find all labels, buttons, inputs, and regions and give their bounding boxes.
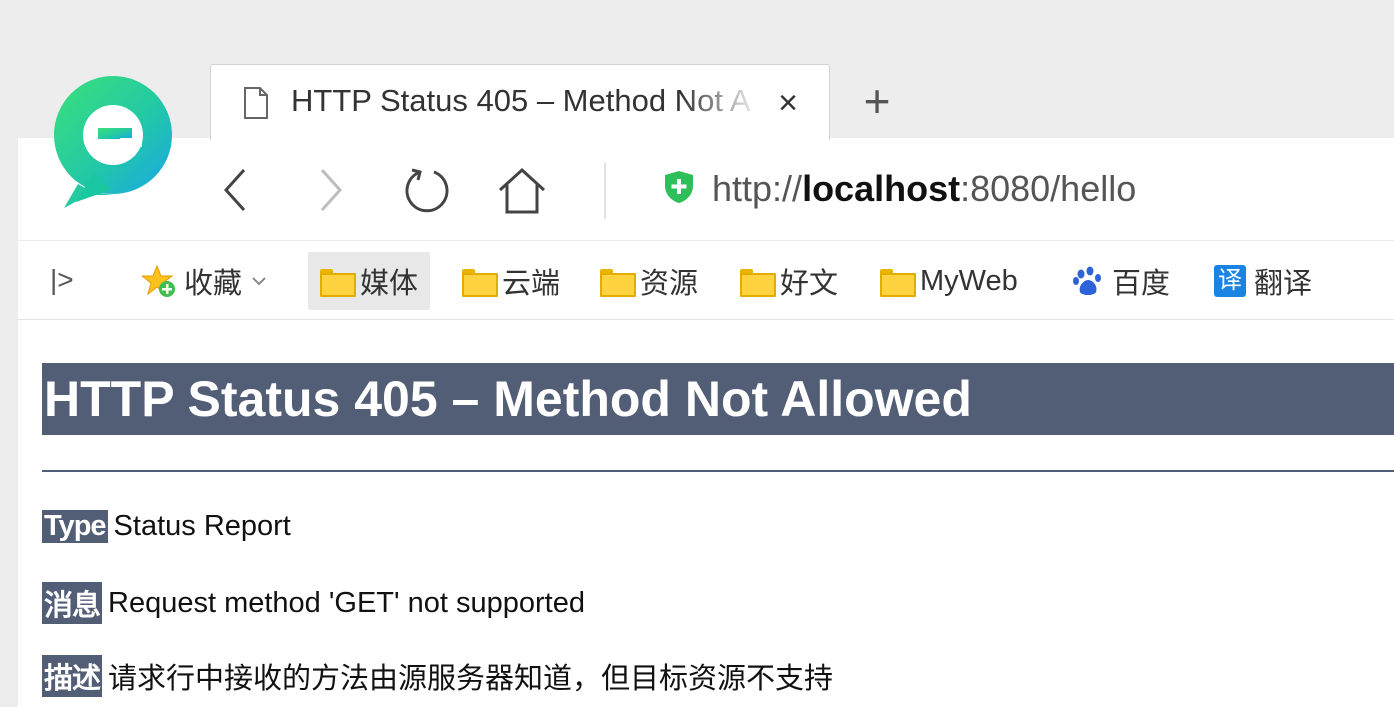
detail-value: 请求行中接收的方法由源服务器知道，但目标资源不支持 [108, 663, 834, 695]
bookmark-translate[interactable]: 译 翻译 [1214, 252, 1312, 310]
detail-row-description: 描述 请求行中接收的方法由源服务器知道，但目标资源不支持 [42, 655, 833, 697]
bookmark-baidu[interactable]: 百度 [1072, 252, 1170, 310]
heading-divider [42, 470, 1394, 472]
bookmark-folder-resources[interactable]: 资源 [600, 252, 698, 310]
page-title: HTTP Status 405 – Method Not Allowed [42, 363, 1394, 435]
address-bar-url[interactable]: http://localhost:8080/hello [712, 168, 1136, 210]
bookmark-folder-label: MyWeb [920, 264, 1018, 297]
tab-title-fade [681, 79, 761, 125]
folder-icon [462, 269, 498, 297]
url-host: localhost [802, 168, 961, 209]
bookmark-folder-label: 资源 [640, 268, 699, 300]
forward-button[interactable] [302, 162, 358, 218]
nav-separator [604, 163, 606, 219]
tab-active[interactable]: HTTP Status 405 – Method Not Allowed [210, 64, 830, 140]
browser-logo-icon [54, 76, 172, 208]
bookmark-favorites-label: 收藏 [184, 268, 243, 300]
detail-row-type: Type Status Report [42, 510, 291, 543]
folder-icon [880, 269, 916, 297]
folder-icon [320, 269, 356, 297]
translate-icon: 译 [1214, 265, 1246, 297]
folder-icon [600, 269, 636, 297]
detail-label: 描述 [42, 655, 103, 697]
url-scheme: http:// [712, 168, 803, 209]
bookmark-baidu-label: 百度 [1112, 268, 1171, 300]
bookmark-favorites[interactable]: 收藏 [142, 252, 268, 310]
bookmark-folder-myweb[interactable]: MyWeb [880, 252, 1018, 310]
home-button[interactable] [494, 162, 550, 218]
reload-button[interactable] [398, 162, 454, 218]
window-left-edge [0, 0, 18, 707]
security-shield-icon[interactable] [664, 170, 694, 204]
detail-label: 消息 [42, 582, 103, 624]
detail-row-message: 消息 Request method 'GET' not supported [42, 582, 585, 624]
sidebar-toggle-icon[interactable]: |> [50, 264, 74, 296]
bookmark-folder-cloud[interactable]: 云端 [462, 252, 560, 310]
chevron-down-icon [252, 277, 266, 286]
folder-icon [740, 269, 776, 297]
baidu-paw-icon [1073, 266, 1101, 295]
url-path: :8080/hello [960, 168, 1137, 209]
detail-label: Type [42, 510, 108, 543]
favorites-star-icon [142, 264, 175, 297]
bookmark-folder-label: 云端 [502, 268, 561, 300]
bookmark-folder-label: 媒体 [360, 268, 419, 300]
bookmark-folder-label: 好文 [780, 268, 839, 300]
new-tab-button[interactable]: + [852, 78, 902, 126]
browser-window: HTTP Status 405 – Method Not Allowed × +… [0, 0, 1394, 707]
page-icon [244, 87, 268, 119]
back-button[interactable] [208, 162, 264, 218]
bookmark-translate-label: 翻译 [1254, 268, 1313, 300]
bookmark-folder-media[interactable]: 媒体 [308, 252, 431, 310]
bookmark-folder-articles[interactable]: 好文 [740, 252, 838, 310]
detail-value: Request method 'GET' not supported [108, 586, 585, 619]
detail-value: Status Report [113, 510, 291, 542]
tab-close-icon[interactable]: × [768, 84, 808, 124]
